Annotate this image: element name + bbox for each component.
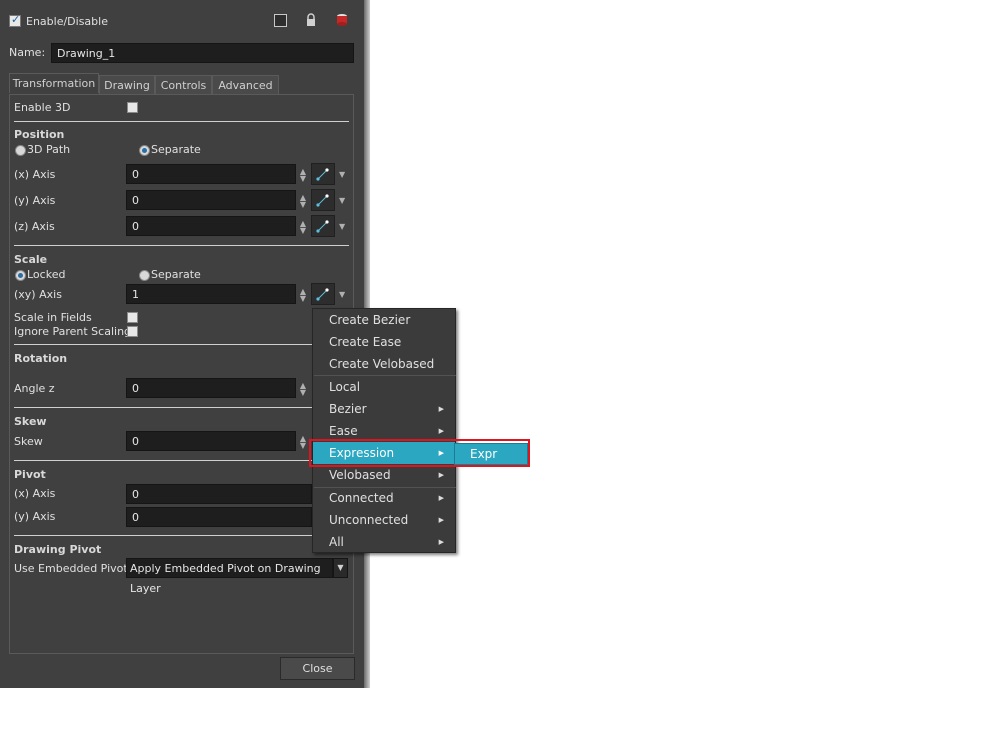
menu-item-label: Bezier — [329, 402, 367, 416]
xy-axis-input[interactable]: 1 — [126, 284, 296, 304]
radio-scale-separate[interactable] — [139, 270, 150, 281]
submenu-arrow-icon: ▶ — [438, 405, 444, 413]
enable-3d-label: Enable 3D — [14, 101, 71, 114]
curve-icon — [316, 168, 329, 181]
scale-title: Scale — [14, 253, 48, 266]
tab-transformation[interactable]: Transformation — [9, 73, 99, 93]
menu-item-local[interactable]: Local — [313, 376, 455, 398]
curve-icon — [316, 220, 329, 233]
tab-controls[interactable]: Controls — [155, 75, 212, 94]
y-axis-function-button[interactable] — [311, 189, 335, 211]
menu-item-label: Ease — [329, 424, 358, 438]
pivot-y-input[interactable]: 0 — [126, 507, 312, 527]
ignore-parent-scaling-label: Ignore Parent Scaling — [14, 325, 132, 338]
radio-position-separate[interactable] — [139, 145, 150, 156]
menu-item-create-bezier[interactable]: Create Bezier — [313, 309, 455, 331]
skew-label: Skew — [14, 435, 43, 448]
xy-axis-label: (xy) Axis — [14, 288, 62, 301]
menu-item-velobased[interactable]: Velobased ▶ — [313, 464, 455, 486]
radio-scale-separate-label: Separate — [151, 268, 201, 281]
menu-item-create-velobased[interactable]: Create Velobased — [313, 353, 455, 375]
divider — [14, 245, 349, 246]
enable-3d-checkbox[interactable] — [127, 102, 138, 113]
ignore-parent-scaling-checkbox[interactable] — [127, 326, 138, 337]
divider — [14, 460, 349, 461]
scale-in-fields-checkbox[interactable] — [127, 312, 138, 323]
square-toggle-icon[interactable] — [274, 14, 287, 27]
z-axis-dropdown-arrow[interactable]: ▼ — [339, 222, 345, 231]
menu-item-all[interactable]: All ▶ — [313, 531, 455, 553]
radio-position-separate-label: Separate — [151, 143, 201, 156]
check-icon: ✓ — [11, 13, 21, 26]
angle-z-input[interactable]: 0 — [126, 378, 296, 398]
submenu-arrow-icon: ▶ — [438, 538, 444, 546]
z-axis-label: (z) Axis — [14, 220, 55, 233]
z-axis-function-button[interactable] — [311, 215, 335, 237]
position-title: Position — [14, 128, 65, 141]
scale-in-fields-label: Scale in Fields — [14, 311, 92, 324]
z-axis-input[interactable]: 0 — [126, 216, 296, 236]
x-axis-function-button[interactable] — [311, 163, 335, 185]
pivot-x-label: (x) Axis — [14, 487, 56, 500]
radio-3d-path-label: 3D Path — [27, 143, 71, 156]
angle-z-label: Angle z — [14, 382, 55, 395]
rotation-title: Rotation — [14, 352, 68, 365]
tab-drawing[interactable]: Drawing — [99, 75, 155, 94]
close-button[interactable]: Close — [280, 657, 355, 680]
submenu-arrow-icon: ▶ — [438, 471, 444, 479]
menu-item-label: Unconnected — [329, 513, 409, 527]
menu-item-label: All — [329, 535, 344, 549]
divider — [14, 121, 349, 122]
tab-advanced[interactable]: Advanced — [212, 75, 279, 94]
embedded-pivot-select[interactable]: Apply Embedded Pivot on Drawing Layer — [126, 558, 333, 595]
lock-icon[interactable] — [305, 13, 317, 27]
submenu-arrow-icon: ▶ — [438, 494, 444, 502]
enable-disable-label: Enable/Disable — [26, 15, 108, 28]
layer-color-icon[interactable] — [335, 13, 349, 27]
name-label: Name: — [9, 46, 46, 59]
pivot-x-input[interactable]: 0 — [126, 484, 312, 504]
pivot-y-label: (y) Axis — [14, 510, 56, 523]
y-axis-stepper[interactable]: ▲ ▼ — [298, 194, 308, 209]
drawing-pivot-title: Drawing Pivot — [14, 543, 102, 556]
skew-input[interactable]: 0 — [126, 431, 296, 451]
menu-item-bezier[interactable]: Bezier ▶ — [313, 398, 455, 420]
embedded-pivot-dropdown-button[interactable]: ▼ — [333, 558, 348, 578]
submenu-arrow-icon: ▶ — [438, 516, 444, 524]
angle-z-stepper[interactable]: ▲ ▼ — [298, 382, 308, 397]
name-input[interactable]: Drawing_1 — [51, 43, 354, 63]
x-axis-input[interactable]: 0 — [126, 164, 296, 184]
xy-axis-function-button[interactable] — [311, 283, 335, 305]
curve-icon — [316, 194, 329, 207]
x-axis-dropdown-arrow[interactable]: ▼ — [339, 170, 345, 179]
function-context-menu: Create Bezier Create Ease Create Velobas… — [312, 308, 456, 553]
menu-item-create-ease[interactable]: Create Ease — [313, 331, 455, 353]
divider — [14, 407, 349, 408]
xy-axis-stepper[interactable]: ▲ ▼ — [298, 288, 308, 303]
radio-scale-locked-label: Locked — [27, 268, 66, 281]
annotation-highlight-box — [309, 439, 530, 467]
divider — [14, 344, 349, 345]
divider — [14, 535, 349, 536]
enable-checkbox[interactable]: ✓ — [9, 13, 21, 27]
y-axis-dropdown-arrow[interactable]: ▼ — [339, 196, 345, 205]
y-axis-input[interactable]: 0 — [126, 190, 296, 210]
y-axis-label: (y) Axis — [14, 194, 56, 207]
use-embedded-pivots-label: Use Embedded Pivots — [14, 562, 134, 575]
x-axis-stepper[interactable]: ▲ ▼ — [298, 168, 308, 183]
menu-item-label: Connected — [329, 491, 394, 505]
curve-icon — [316, 288, 329, 301]
xy-axis-dropdown-arrow[interactable]: ▼ — [339, 290, 345, 299]
radio-3d-path[interactable] — [15, 145, 26, 156]
skew-stepper[interactable]: ▲ ▼ — [298, 435, 308, 450]
pivot-title: Pivot — [14, 468, 46, 481]
skew-title: Skew — [14, 415, 47, 428]
x-axis-label: (x) Axis — [14, 168, 56, 181]
radio-scale-locked[interactable] — [15, 270, 26, 281]
z-axis-stepper[interactable]: ▲ ▼ — [298, 220, 308, 235]
menu-item-unconnected[interactable]: Unconnected ▶ — [313, 509, 455, 531]
menu-item-connected[interactable]: Connected ▶ — [313, 487, 455, 509]
menu-item-label: Velobased — [329, 468, 391, 482]
